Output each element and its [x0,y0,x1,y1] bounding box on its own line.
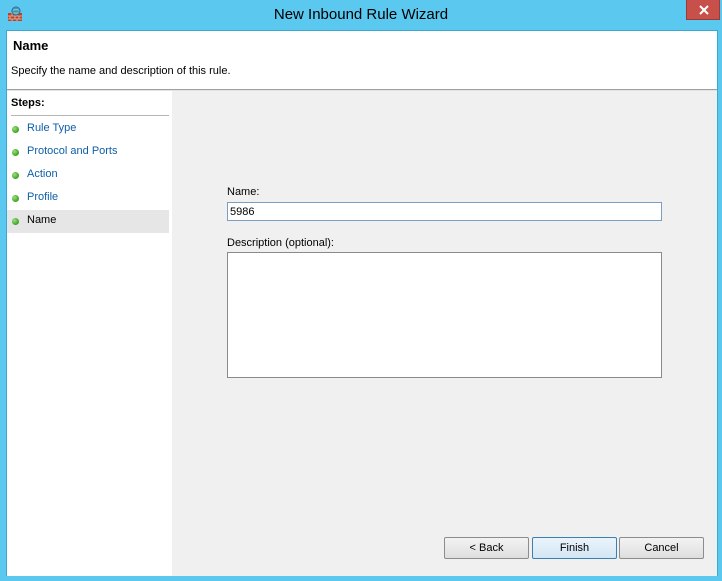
description-label: Description (optional): [227,237,334,249]
name-label: Name: [227,186,260,198]
wizard-window: New Inbound Rule Wizard Name Specify the… [0,0,722,581]
close-button[interactable] [686,0,720,20]
step-name: Name [7,210,169,233]
step-label: Profile [27,191,59,203]
step-action[interactable]: Action [7,164,169,187]
wizard-client-area: Name Specify the name and description of… [6,30,718,576]
cancel-button[interactable]: Cancel [619,537,704,559]
step-complete-icon [12,172,19,179]
step-label: Protocol and Ports [27,145,118,157]
steps-panel: Steps: Rule Type Protocol and Ports Acti… [7,91,172,576]
step-rule-type[interactable]: Rule Type [7,118,169,141]
step-current-icon [12,218,19,225]
step-protocol-and-ports[interactable]: Protocol and Ports [7,141,169,164]
page-title: Name [13,38,49,53]
back-button[interactable]: < Back [444,537,529,559]
page-description: Specify the name and description of this… [11,65,231,77]
step-label: Name [27,214,57,226]
steps-heading: Steps: [11,97,45,109]
wizard-content: Name: Description (optional): < Back Fin… [172,91,717,576]
steps-heading-divider [11,115,169,116]
title-bar[interactable]: New Inbound Rule Wizard [0,0,722,30]
finish-button[interactable]: Finish [532,537,617,559]
close-icon [699,5,709,15]
window-title: New Inbound Rule Wizard [273,6,449,23]
step-profile[interactable]: Profile [7,187,169,210]
wizard-header: Name Specify the name and description of… [7,31,717,89]
step-complete-icon [12,149,19,156]
step-label: Rule Type [27,122,77,134]
step-complete-icon [12,126,19,133]
step-complete-icon [12,195,19,202]
name-input[interactable] [227,202,662,221]
step-label: Action [27,168,58,180]
description-input[interactable] [227,252,662,378]
